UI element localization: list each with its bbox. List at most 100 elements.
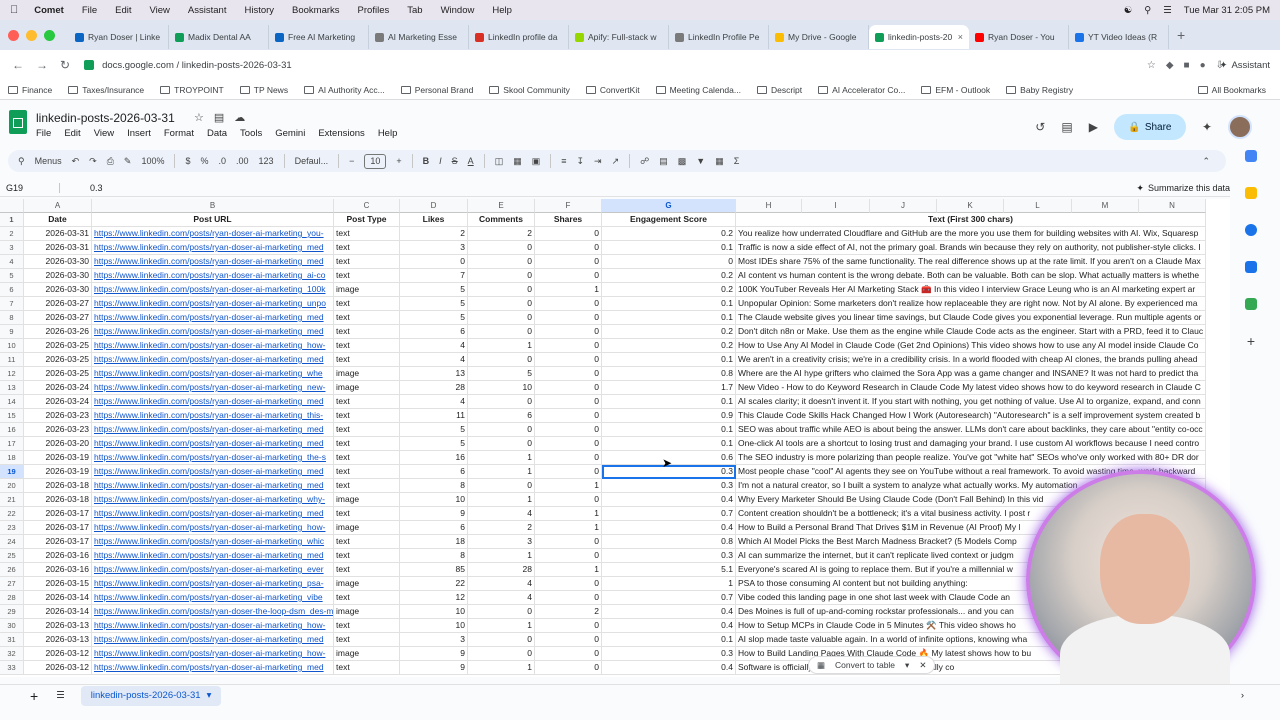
column-title[interactable]: Post URL	[92, 213, 334, 227]
shares-cell[interactable]: 2	[535, 605, 602, 619]
date-cell[interactable]: 2026-03-15	[24, 577, 92, 591]
shares-cell[interactable]: 0	[535, 255, 602, 269]
likes-cell[interactable]: 7	[400, 269, 468, 283]
engagement-score-cell[interactable]: 0.4	[602, 619, 736, 633]
date-cell[interactable]: 2026-03-31	[24, 227, 92, 241]
row-number[interactable]: 9	[0, 325, 24, 339]
browser-tab[interactable]: YT Video Ideas (R	[1069, 25, 1169, 49]
engagement-score-cell[interactable]: 0.1	[602, 241, 736, 255]
engagement-score-cell[interactable]: 0.1	[602, 437, 736, 451]
post-type-cell[interactable]: text	[334, 297, 400, 311]
all-sheets-icon[interactable]: ☰	[56, 690, 65, 701]
bookmark-item[interactable]: Baby Registry	[1006, 85, 1073, 95]
bookmark-item[interactable]: ConvertKit	[585, 85, 640, 95]
comments-cell[interactable]: 1	[468, 661, 535, 675]
post-type-cell[interactable]: image	[334, 605, 400, 619]
comments-cell[interactable]: 0	[468, 269, 535, 283]
search-menus-button[interactable]: Menus	[35, 156, 62, 166]
likes-cell[interactable]: 5	[400, 311, 468, 325]
column-header-d[interactable]: D	[400, 199, 468, 213]
shares-cell[interactable]: 0	[535, 619, 602, 633]
forward-icon[interactable]: →	[36, 58, 48, 72]
browser-tab[interactable]: Madix Dental AA	[169, 25, 269, 49]
column-header-e[interactable]: E	[468, 199, 535, 213]
sheets-menu-format[interactable]: Format	[164, 128, 194, 139]
sheets-menu-tools[interactable]: Tools	[240, 128, 262, 139]
row-number[interactable]: 7	[0, 297, 24, 311]
text-cell[interactable]: The SEO industry is more polarizing than…	[736, 451, 1206, 465]
select-all-corner[interactable]	[0, 199, 24, 213]
row-number[interactable]: 17	[0, 437, 24, 451]
row-number[interactable]: 15	[0, 409, 24, 423]
shares-cell[interactable]: 0	[535, 465, 602, 479]
shares-cell[interactable]: 0	[535, 577, 602, 591]
post-type-cell[interactable]: text	[334, 255, 400, 269]
post-url-cell[interactable]: https://www.linkedin.com/posts/ryan-dose…	[92, 633, 334, 647]
extension-icon[interactable]: ■	[1184, 60, 1190, 71]
post-type-cell[interactable]: text	[334, 311, 400, 325]
engagement-score-cell[interactable]: 0.2	[602, 227, 736, 241]
meet-icon[interactable]: ▶	[1089, 120, 1098, 134]
post-url-cell[interactable]: https://www.linkedin.com/posts/ryan-dose…	[92, 339, 334, 353]
comments-cell[interactable]: 0	[468, 241, 535, 255]
column-header-a[interactable]: A	[24, 199, 92, 213]
post-url-cell[interactable]: https://www.linkedin.com/posts/ryan-dose…	[92, 437, 334, 451]
shares-cell[interactable]: 0	[535, 325, 602, 339]
post-type-cell[interactable]: text	[334, 395, 400, 409]
post-url-cell[interactable]: https://www.linkedin.com/posts/ryan-dose…	[92, 577, 334, 591]
text-cell[interactable]: You realize how underrated Cloudflare an…	[736, 227, 1206, 241]
date-cell[interactable]: 2026-03-18	[24, 479, 92, 493]
zoom-select[interactable]: 100%	[141, 156, 164, 166]
comments-cell[interactable]: 1	[468, 493, 535, 507]
post-url-cell[interactable]: https://www.linkedin.com/posts/ryan-dose…	[92, 549, 334, 563]
text-wrap-icon[interactable]: ⇥	[594, 156, 602, 167]
row-number[interactable]: 32	[0, 647, 24, 661]
star-icon[interactable]: ☆	[194, 111, 204, 124]
column-title[interactable]: Engagement Score	[602, 213, 736, 227]
bookmark-item[interactable]: AI Authority Acc...	[304, 85, 385, 95]
engagement-score-cell[interactable]: 0.7	[602, 591, 736, 605]
undo-icon[interactable]: ↶	[72, 156, 80, 167]
column-header-m[interactable]: M	[1072, 199, 1139, 213]
post-url-cell[interactable]: https://www.linkedin.com/posts/ryan-dose…	[92, 311, 334, 325]
column-header-c[interactable]: C	[334, 199, 400, 213]
column-header-h[interactable]: H	[736, 199, 802, 213]
shares-cell[interactable]: 1	[535, 521, 602, 535]
browser-tab[interactable]: LinkedIn profile da	[469, 25, 569, 49]
post-type-cell[interactable]: text	[334, 451, 400, 465]
comments-cell[interactable]: 0	[468, 283, 535, 297]
engagement-score-cell[interactable]: 0.2	[602, 283, 736, 297]
comments-cell[interactable]: 28	[468, 563, 535, 577]
comments-cell[interactable]: 0	[468, 395, 535, 409]
row-number[interactable]: 14	[0, 395, 24, 409]
close-window-button[interactable]	[8, 29, 19, 41]
comments-cell[interactable]: 0	[468, 605, 535, 619]
date-cell[interactable]: 2026-03-17	[24, 507, 92, 521]
post-type-cell[interactable]: image	[334, 647, 400, 661]
likes-cell[interactable]: 6	[400, 325, 468, 339]
post-url-cell[interactable]: https://www.linkedin.com/posts/ryan-dose…	[92, 465, 334, 479]
post-type-cell[interactable]: text	[334, 591, 400, 605]
shares-cell[interactable]: 1	[535, 563, 602, 577]
sheets-menu-data[interactable]: Data	[207, 128, 227, 139]
merge-cells-icon[interactable]: ▣	[532, 156, 541, 167]
shares-cell[interactable]: 0	[535, 451, 602, 465]
comments-cell[interactable]: 4	[468, 507, 535, 521]
engagement-score-cell[interactable]: 0.9	[602, 409, 736, 423]
chevron-down-icon[interactable]: ▾	[207, 690, 212, 701]
likes-cell[interactable]: 18	[400, 535, 468, 549]
new-tab-button[interactable]: +	[1177, 27, 1185, 43]
engagement-score-cell[interactable]: 0.1	[602, 423, 736, 437]
row-number[interactable]: 10	[0, 339, 24, 353]
shares-cell[interactable]: 0	[535, 241, 602, 255]
all-bookmarks-button[interactable]: All Bookmarks	[1197, 80, 1266, 100]
comments-cell[interactable]: 2	[468, 521, 535, 535]
likes-cell[interactable]: 3	[400, 241, 468, 255]
engagement-score-cell[interactable]: 0	[602, 255, 736, 269]
post-url-cell[interactable]: https://www.linkedin.com/posts/ryan-dose…	[92, 241, 334, 255]
likes-cell[interactable]: 6	[400, 521, 468, 535]
explore-icon[interactable]: ›	[1241, 690, 1244, 701]
collapse-toolbar-icon[interactable]: ⌃	[1202, 156, 1210, 167]
date-cell[interactable]: 2026-03-23	[24, 423, 92, 437]
menubar-file[interactable]: File	[82, 5, 97, 16]
